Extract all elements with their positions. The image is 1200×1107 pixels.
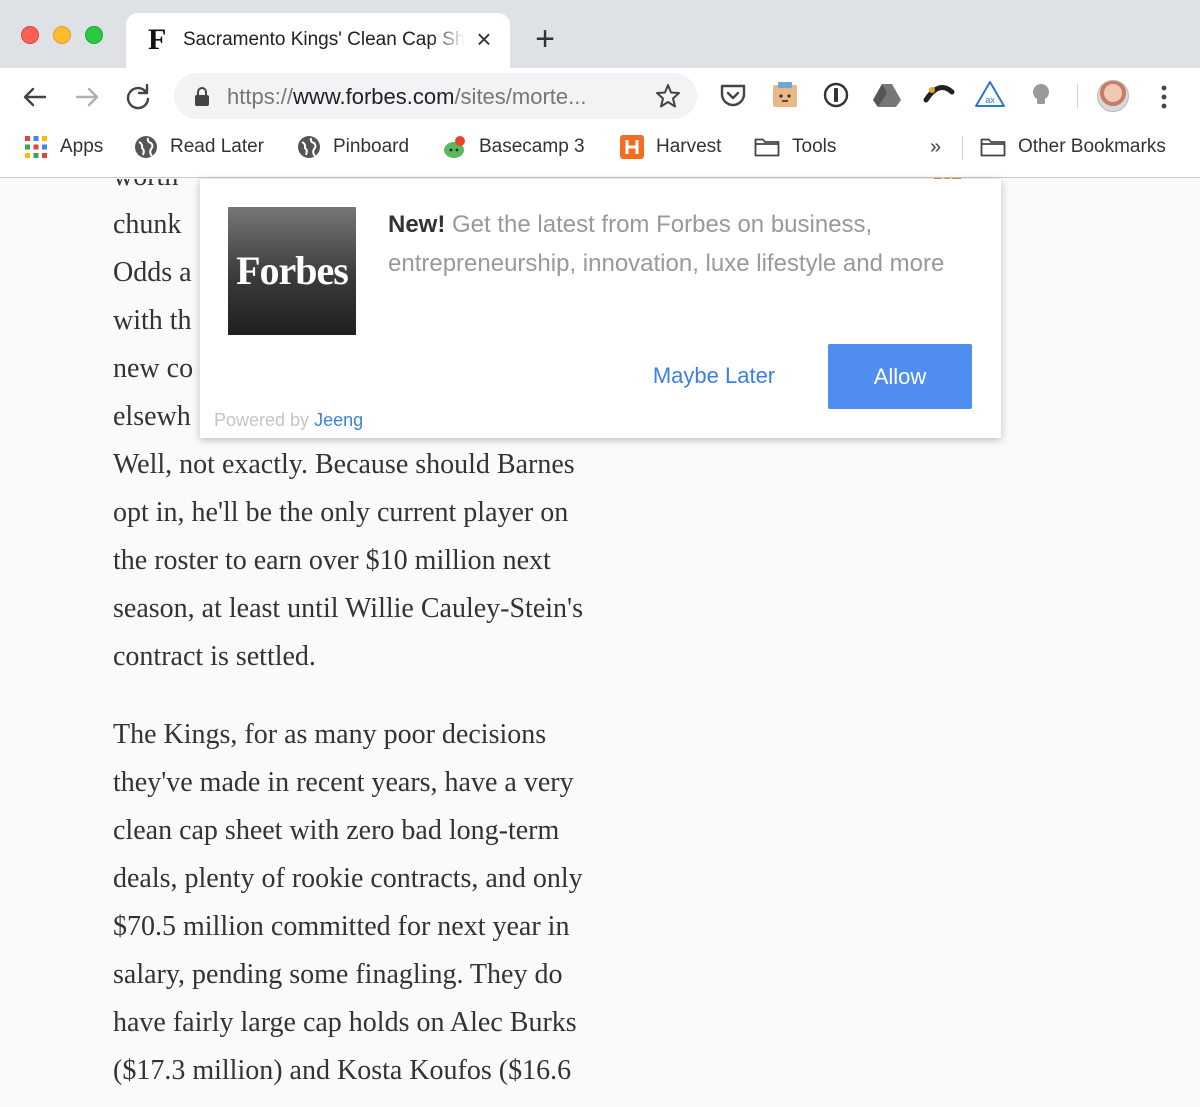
globe-icon <box>298 136 320 158</box>
url-path: /sites/morte... <box>454 84 587 109</box>
bookmark-tools-folder[interactable]: Tools <box>754 124 836 170</box>
lock-icon <box>195 87 209 106</box>
reload-icon[interactable] <box>121 80 155 114</box>
bookmark-harvest[interactable]: Harvest <box>620 124 721 170</box>
browser-toolbar: https://www.forbes.com/sites/morte... 22… <box>0 68 1200 187</box>
window-close-button[interactable] <box>21 26 39 44</box>
bookmark-label: Pinboard <box>333 136 410 157</box>
bookmark-pinboard[interactable]: Pinboard <box>297 124 409 170</box>
rainbow-extension-icon[interactable] <box>922 78 956 112</box>
axe-accessibility-icon[interactable]: ax <box>973 78 1007 112</box>
bookmarks-overflow-chevron-icon[interactable]: » <box>930 136 941 158</box>
popup-message: New! Get the latest from Forbes on busin… <box>388 205 948 283</box>
bookmark-read-later[interactable]: Read Later <box>134 124 264 170</box>
powered-by-label: Powered by <box>214 410 315 430</box>
article-line: The Kings, for as many poor decisions <box>113 719 547 750</box>
tab-strip: F Sacramento Kings' Clean Cap Sheet × + <box>0 0 1200 71</box>
article-line: the roster to earn over $10 million next <box>113 545 551 576</box>
tab-title: Sacramento Kings' Clean Cap Sheet <box>183 29 465 50</box>
article-line: salary, pending some finagling. They do <box>113 959 563 990</box>
basecamp-icon <box>444 136 465 158</box>
bookmark-basecamp[interactable]: Basecamp 3 <box>443 124 585 170</box>
1password-icon[interactable] <box>819 78 853 112</box>
article-line: ($17.3 million) and Kosta Koufos ($16.6 <box>113 1055 572 1086</box>
article-line: Well, not exactly. Because should Barnes <box>113 449 575 480</box>
article-line: they've made in recent years, have a ver… <box>113 767 574 798</box>
url-host: www.forbes.com <box>293 84 455 109</box>
article-line: opt in, he'll be the only current player… <box>113 497 569 528</box>
maybe-later-button[interactable]: Maybe Later <box>638 359 790 393</box>
back-arrow-icon[interactable] <box>18 80 52 114</box>
article-line: new co <box>113 353 194 384</box>
lightbulb-icon[interactable] <box>1024 78 1058 112</box>
menu-kebab-icon[interactable] <box>1150 82 1178 112</box>
popup-message-new: New! <box>388 211 446 238</box>
article-line: elsewh <box>113 401 191 432</box>
toolbar-divider <box>1077 84 1078 108</box>
forbes-favicon-icon: F <box>148 23 167 56</box>
url-text: https://www.forbes.com/sites/morte... <box>227 85 586 109</box>
folder-icon <box>754 138 780 157</box>
profile-avatar[interactable] <box>1097 80 1129 112</box>
new-tab-button[interactable]: + <box>530 22 560 56</box>
article-line: contract is settled. <box>113 641 316 672</box>
apps-grid-icon <box>25 136 47 158</box>
svg-text:ax: ax <box>985 95 995 105</box>
article-line: deals, plenty of rookie contracts, and o… <box>113 863 583 894</box>
close-tab-icon[interactable]: × <box>472 25 496 53</box>
bookmark-apps[interactable]: Apps <box>24 124 103 170</box>
article-line: Odds a <box>113 257 192 288</box>
forward-arrow-icon[interactable] <box>70 80 104 114</box>
google-drive-icon[interactable] <box>870 78 904 112</box>
article-line: clean cap sheet with zero bad long-term <box>113 815 560 846</box>
article-line: with th <box>113 305 192 336</box>
popup-message-text: Get the latest from Forbes on business, … <box>388 211 945 277</box>
bookmarks-bar: Apps Read Later Pinboard Basecamp 3 Harv… <box>0 124 1200 178</box>
todo-box-icon[interactable] <box>768 78 802 112</box>
url-scheme: https:// <box>227 84 294 109</box>
article-line: worth <box>113 179 178 192</box>
window-minimize-button[interactable] <box>53 26 71 44</box>
article-line: have fairly large cap holds on Alec Burk… <box>113 1007 577 1038</box>
bookmark-label: Basecamp 3 <box>479 136 585 157</box>
article-line: season, at least until Willie Cauley-Ste… <box>113 593 583 624</box>
pocket-icon[interactable] <box>716 78 750 112</box>
bookmark-label: Tools <box>792 136 837 157</box>
folder-icon <box>980 138 1006 157</box>
allow-button[interactable]: Allow <box>828 344 972 409</box>
bookmark-label: Apps <box>60 136 104 157</box>
article-line: chunk <box>113 209 182 240</box>
bookmark-other-bookmarks[interactable]: Other Bookmarks <box>980 124 1166 170</box>
article-paragraph: The Kings, for as many poor decisions th… <box>113 711 673 1095</box>
bookmark-label: Read Later <box>170 136 265 157</box>
jeeng-link[interactable]: Jeeng <box>314 410 363 430</box>
bookmark-label: Other Bookmarks <box>1018 136 1166 157</box>
notification-opt-in-popup: Forbes New! Get the latest from Forbes o… <box>200 179 1001 438</box>
harvest-icon <box>620 135 644 159</box>
globe-icon <box>135 136 157 158</box>
bookmarks-divider <box>962 136 963 160</box>
powered-by-footer: Powered by Jeeng <box>214 409 363 431</box>
forbes-logo: Forbes <box>228 207 356 335</box>
address-bar[interactable]: https://www.forbes.com/sites/morte... <box>174 73 697 119</box>
browser-tab[interactable]: F Sacramento Kings' Clean Cap Sheet × <box>126 13 510 71</box>
window-maximize-button[interactable] <box>85 26 103 44</box>
bookmark-label: Harvest <box>656 136 722 157</box>
article-line: $70.5 million committed for next year in <box>113 911 570 942</box>
bookmark-star-icon[interactable] <box>655 83 681 109</box>
